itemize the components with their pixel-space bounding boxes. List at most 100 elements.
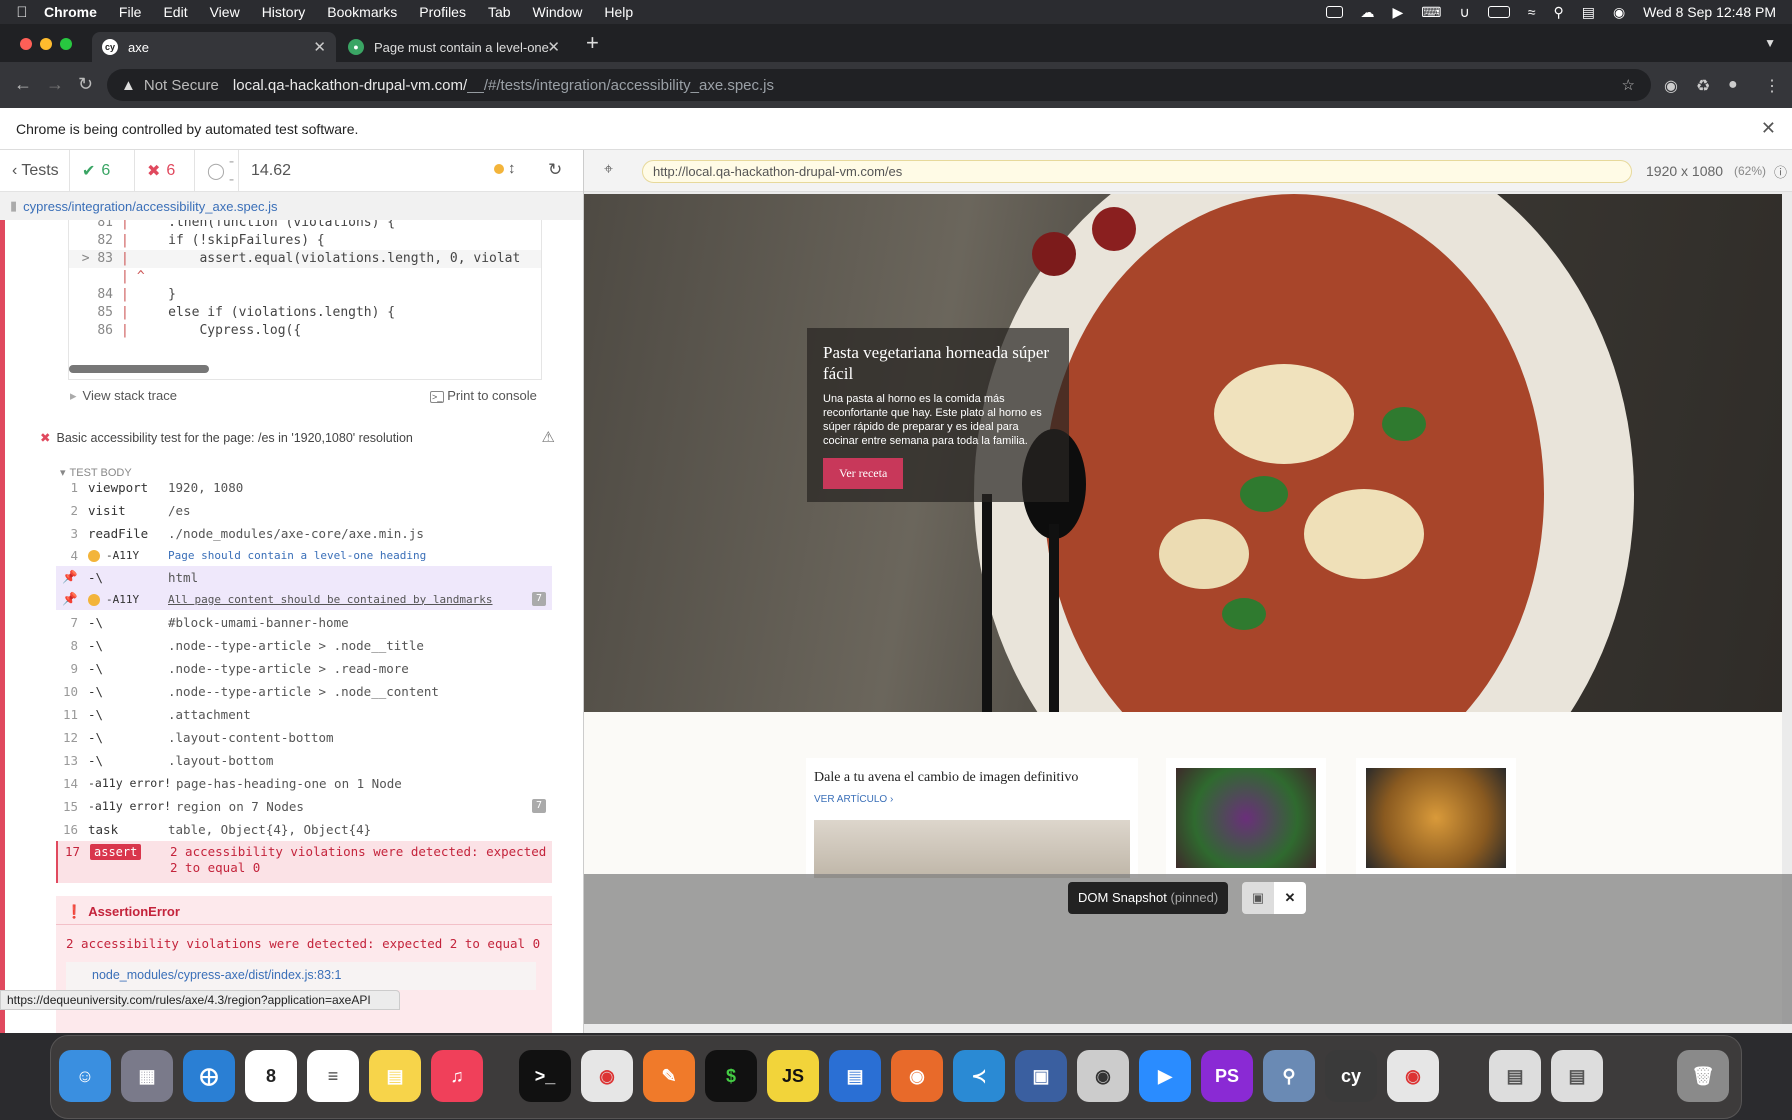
code-scrollbar[interactable] — [69, 365, 209, 373]
menu-dots-icon[interactable]: ⋮ — [1764, 76, 1780, 96]
disk-utility-icon[interactable]: ◉ — [1077, 1050, 1129, 1102]
back-icon[interactable]: ← — [14, 74, 32, 95]
command-row[interactable]: 13 -\ .layout-bottom — [56, 749, 552, 771]
safari-icon[interactable]: ⨁ — [183, 1050, 235, 1102]
highlight-toggle-icon[interactable]: ▣ — [1242, 882, 1274, 914]
screen-icon[interactable] — [1325, 6, 1343, 18]
phpstorm-icon[interactable]: PS — [1201, 1050, 1253, 1102]
cypress-extension-icon[interactable]: ◉ — [1664, 76, 1678, 96]
zoom-icon[interactable]: ▶ — [1139, 1050, 1191, 1102]
charts-icon[interactable]: ▤ — [829, 1050, 881, 1102]
menu-window[interactable]: Window — [533, 4, 583, 20]
close-tab-icon[interactable]: ✕ — [547, 38, 560, 56]
command-row-failed[interactable]: 17 assert 2 accessibility violations were … — [56, 841, 552, 883]
forward-icon[interactable]: → — [46, 74, 64, 95]
hero-button[interactable]: Ver receta — [823, 458, 904, 489]
command-row[interactable]: 12 -\ .layout-content-bottom — [56, 726, 552, 748]
control-center-icon[interactable]: ▤ — [1582, 4, 1595, 21]
recipe-card[interactable] — [1356, 758, 1516, 878]
spec-path-link[interactable]: cypress/integration/accessibility_axe.sp… — [23, 199, 277, 214]
search-app-icon[interactable]: ⚲ — [1263, 1050, 1315, 1102]
selector-playground-icon[interactable]: ⌖ — [604, 161, 613, 179]
command-row[interactable]: 11 -\ .attachment — [56, 703, 552, 725]
command-row[interactable]: 3 readFile ./node_modules/axe-core/axe.min… — [56, 522, 552, 544]
tab-axe[interactable]: cy axe ✕ — [92, 32, 336, 62]
profile-avatar-icon[interactable]: ● — [1728, 76, 1738, 94]
failed-count[interactable]: ✖ 6 — [135, 150, 195, 192]
command-row[interactable]: 8 -\ .node--type-article > .node__title — [56, 634, 552, 656]
command-row[interactable]: 10 -\ .node--type-article > .node__content — [56, 680, 552, 702]
music-icon[interactable]: ♫ — [431, 1050, 483, 1102]
zoom-window-icon[interactable] — [60, 38, 72, 50]
address-bar[interactable]: ▲ Not Secure local.qa-hackathon-drupal-v… — [107, 69, 1651, 101]
recipe-card[interactable] — [1166, 758, 1326, 878]
command-row-pinned[interactable]: 📌 -\ html — [56, 566, 552, 588]
bluetooth-icon[interactable]: ∪ — [1460, 4, 1470, 21]
calendar-icon[interactable]: 8 — [245, 1050, 297, 1102]
reload-icon[interactable]: ↻ — [78, 74, 93, 95]
command-row[interactable]: 1 viewport 1920, 1080 — [56, 476, 552, 498]
menu-file[interactable]: File — [119, 4, 142, 20]
command-row[interactable]: 2 visit/es — [56, 499, 552, 521]
menu-help[interactable]: Help — [604, 4, 633, 20]
wifi-icon[interactable]: ≈ — [1528, 4, 1536, 20]
print-to-console-button[interactable]: >_ Print to console — [430, 388, 537, 403]
finder-icon[interactable]: ☺ — [59, 1050, 111, 1102]
pending-count[interactable]: ◯ -- — [195, 150, 239, 192]
close-infobar-icon[interactable]: ✕ — [1761, 118, 1776, 139]
launchpad-icon[interactable]: ▦ — [121, 1050, 173, 1102]
vscode-icon[interactable]: ≺ — [953, 1050, 1005, 1102]
trash-icon[interactable]: 🗑 — [1677, 1050, 1729, 1102]
bookmark-star-icon[interactable]: ☆ — [1622, 76, 1635, 94]
close-snapshot-icon[interactable]: ✕ — [1274, 882, 1306, 914]
notes-icon[interactable]: ▤ — [369, 1050, 421, 1102]
test-title-row[interactable]: ✖ Basic accessibility test for the page: … — [40, 429, 555, 446]
menu-profiles[interactable]: Profiles — [419, 4, 466, 20]
menu-app-name[interactable]: Chrome — [44, 4, 97, 20]
cypress-icon[interactable]: cy — [1325, 1050, 1377, 1102]
menu-history[interactable]: History — [262, 4, 306, 20]
new-tab-icon[interactable]: + — [586, 30, 599, 56]
keyboard-icon[interactable]: ⌨ — [1421, 4, 1441, 21]
virtualbox-icon[interactable]: ▣ — [1015, 1050, 1067, 1102]
clock-text[interactable]: Wed 8 Sep 12:48 PM — [1643, 4, 1776, 20]
battery-icon[interactable] — [1487, 6, 1510, 18]
reminders-icon[interactable]: ≡ — [307, 1050, 359, 1102]
sketch-tool-icon[interactable]: ✎ — [643, 1050, 695, 1102]
command-row-a11y[interactable]: 4 -A11Y Page should contain a level-one he… — [56, 544, 552, 566]
terminal-icon[interactable]: >_ — [519, 1050, 571, 1102]
apple-icon[interactable]:  — [0, 4, 44, 21]
play-icon[interactable]: ▶ — [1393, 4, 1404, 21]
menu-tab[interactable]: Tab — [488, 4, 511, 20]
command-row-a11y[interactable]: 📌 -A11Y All page content should be contain… — [56, 588, 552, 610]
passed-count[interactable]: ✔ 6 — [70, 150, 135, 192]
command-row[interactable]: 14 -a11y error! page-has-heading-one on 1 … — [56, 772, 552, 794]
article-card[interactable]: Dale a tu avena el cambio de imagen defi… — [806, 758, 1138, 878]
tab-level-one[interactable]: ● Page must contain a level-one ✕ — [338, 32, 570, 62]
close-tab-icon[interactable]: ✕ — [313, 38, 326, 56]
pin-icon[interactable]: 📌 — [56, 569, 78, 585]
window-preview-icon[interactable]: ▤ — [1551, 1050, 1603, 1102]
chrome-alt-icon[interactable]: ◉ — [1387, 1050, 1439, 1102]
rerun-icon[interactable]: ↻ — [548, 160, 562, 180]
auto-scroll-icon[interactable]: ↕ — [508, 160, 516, 177]
iterm-icon[interactable]: $ — [705, 1050, 757, 1102]
search-icon[interactable]: ⚲ — [1553, 4, 1563, 21]
card-link[interactable]: VER ARTÍCULO › — [814, 794, 1130, 805]
close-window-icon[interactable] — [20, 38, 32, 50]
extensions-icon[interactable]: ♻ — [1696, 76, 1710, 96]
landmarks-rule-link[interactable]: All page content should be contained by … — [168, 593, 493, 606]
aut-url-field[interactable]: http://local.qa-hackathon-drupal-vm.com/… — [642, 160, 1632, 183]
warning-icon[interactable]: ▲ — [121, 77, 136, 94]
command-row[interactable]: 16 task table, Object{4}, Object{4} — [56, 818, 552, 840]
firefox-icon[interactable]: ◉ — [891, 1050, 943, 1102]
command-row[interactable]: 7 -\ #block-umami-banner-home — [56, 611, 552, 633]
command-row[interactable]: 15 -a11y error! region on 7 Nodes 7 — [56, 795, 552, 817]
window-preview-icon[interactable]: ▤ — [1489, 1050, 1541, 1102]
error-file-link[interactable]: node_modules/cypress-axe/dist/index.js:8… — [66, 962, 536, 990]
minimize-window-icon[interactable] — [40, 38, 52, 50]
tab-search-icon[interactable]: ▼ — [1764, 36, 1776, 50]
siri-icon[interactable]: ◉ — [1613, 4, 1625, 21]
security-label[interactable]: Not Secure — [144, 77, 219, 94]
pin-icon[interactable]: 📌 — [56, 591, 78, 607]
